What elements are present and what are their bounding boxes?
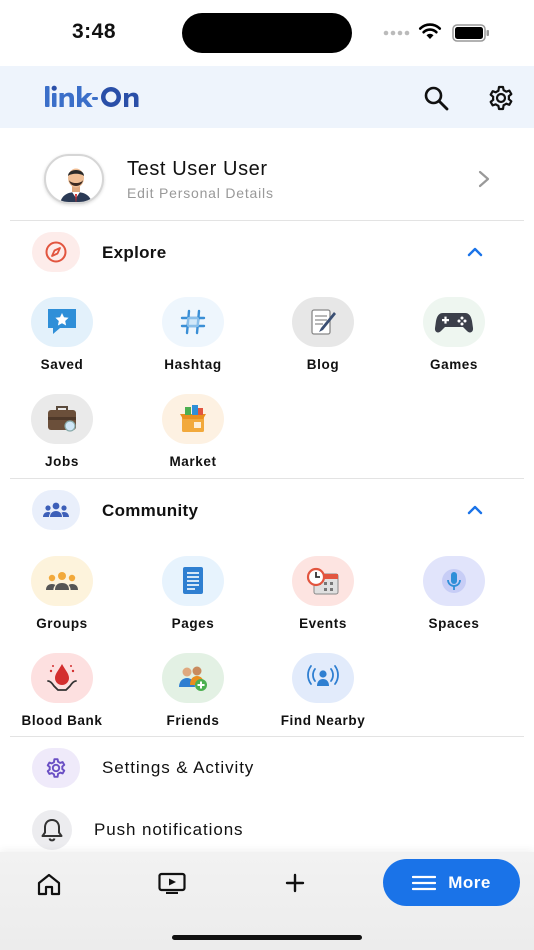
- explore-tile-market[interactable]: Market: [138, 394, 248, 478]
- market-icon: [162, 394, 224, 444]
- community-tile-spaces[interactable]: Spaces: [399, 556, 509, 640]
- avatar: [44, 154, 104, 204]
- app-logo: [45, 85, 139, 107]
- plus-icon[interactable]: [284, 872, 306, 894]
- chevron-up-icon[interactable]: [466, 503, 484, 517]
- find-nearby-icon: [292, 653, 354, 703]
- community-tile-events[interactable]: Events: [268, 556, 378, 640]
- explore-tile-hashtag[interactable]: Hashtag: [138, 297, 248, 381]
- groups-icon: [31, 556, 93, 606]
- events-icon: [292, 556, 354, 606]
- battery-icon: [452, 24, 489, 42]
- user-avatar-icon: [60, 168, 92, 202]
- home-indicator: [172, 935, 362, 940]
- status-time: 3:48: [72, 20, 117, 43]
- profile-row[interactable]: Test User User Edit Personal Details: [10, 140, 524, 220]
- gear-icon[interactable]: [486, 83, 516, 113]
- menu-icon: [412, 875, 437, 890]
- divider: [10, 220, 524, 221]
- video-icon[interactable]: [158, 872, 186, 894]
- blood-bank-icon: [31, 653, 93, 703]
- settings-activity-row[interactable]: Settings & Activity: [32, 748, 512, 792]
- compass-icon: [32, 232, 80, 272]
- explore-section-title[interactable]: Explore: [102, 243, 166, 263]
- more-button[interactable]: More: [383, 859, 520, 906]
- chevron-up-icon[interactable]: [466, 245, 484, 259]
- push-notifications-label: Push notifications: [94, 820, 244, 839]
- community-tile-blood-bank[interactable]: Blood Bank: [7, 653, 117, 737]
- bell-icon: [32, 810, 72, 850]
- edit-personal-details-link[interactable]: Edit Personal Details: [127, 185, 274, 201]
- divider: [10, 478, 524, 479]
- more-button-label: More: [448, 872, 491, 892]
- spaces-icon: [423, 556, 485, 606]
- blog-icon: [292, 297, 354, 347]
- chevron-right-icon: [478, 170, 490, 188]
- home-icon[interactable]: [36, 872, 62, 896]
- saved-icon: [31, 297, 93, 347]
- dynamic-island: [182, 13, 352, 53]
- hashtag-icon: [162, 297, 224, 347]
- community-tile-friends[interactable]: Friends: [138, 653, 248, 737]
- search-icon[interactable]: [422, 84, 450, 112]
- explore-tile-games[interactable]: Games: [399, 297, 509, 381]
- games-icon: [423, 297, 485, 347]
- status-bar: 3:48: [0, 0, 534, 66]
- signal-icon: [383, 30, 410, 36]
- community-tile-pages[interactable]: Pages: [138, 556, 248, 640]
- community-icon: [32, 490, 80, 530]
- push-notifications-row[interactable]: Push notifications: [32, 810, 512, 854]
- community-tile-groups[interactable]: Groups: [7, 556, 117, 640]
- settings-activity-label: Settings & Activity: [102, 758, 255, 777]
- profile-name: Test User User: [127, 158, 268, 180]
- explore-tile-saved[interactable]: Saved: [7, 297, 117, 381]
- jobs-icon: [31, 394, 93, 444]
- friends-icon: [162, 653, 224, 703]
- divider: [10, 736, 524, 737]
- explore-tile-jobs[interactable]: Jobs: [7, 394, 117, 478]
- pages-icon: [162, 556, 224, 606]
- community-tile-find-nearby[interactable]: Find Nearby: [268, 653, 378, 737]
- settings-gear-icon: [32, 748, 80, 788]
- community-section-title[interactable]: Community: [102, 501, 198, 521]
- explore-tile-blog[interactable]: Blog: [268, 297, 378, 381]
- wifi-icon: [418, 23, 442, 39]
